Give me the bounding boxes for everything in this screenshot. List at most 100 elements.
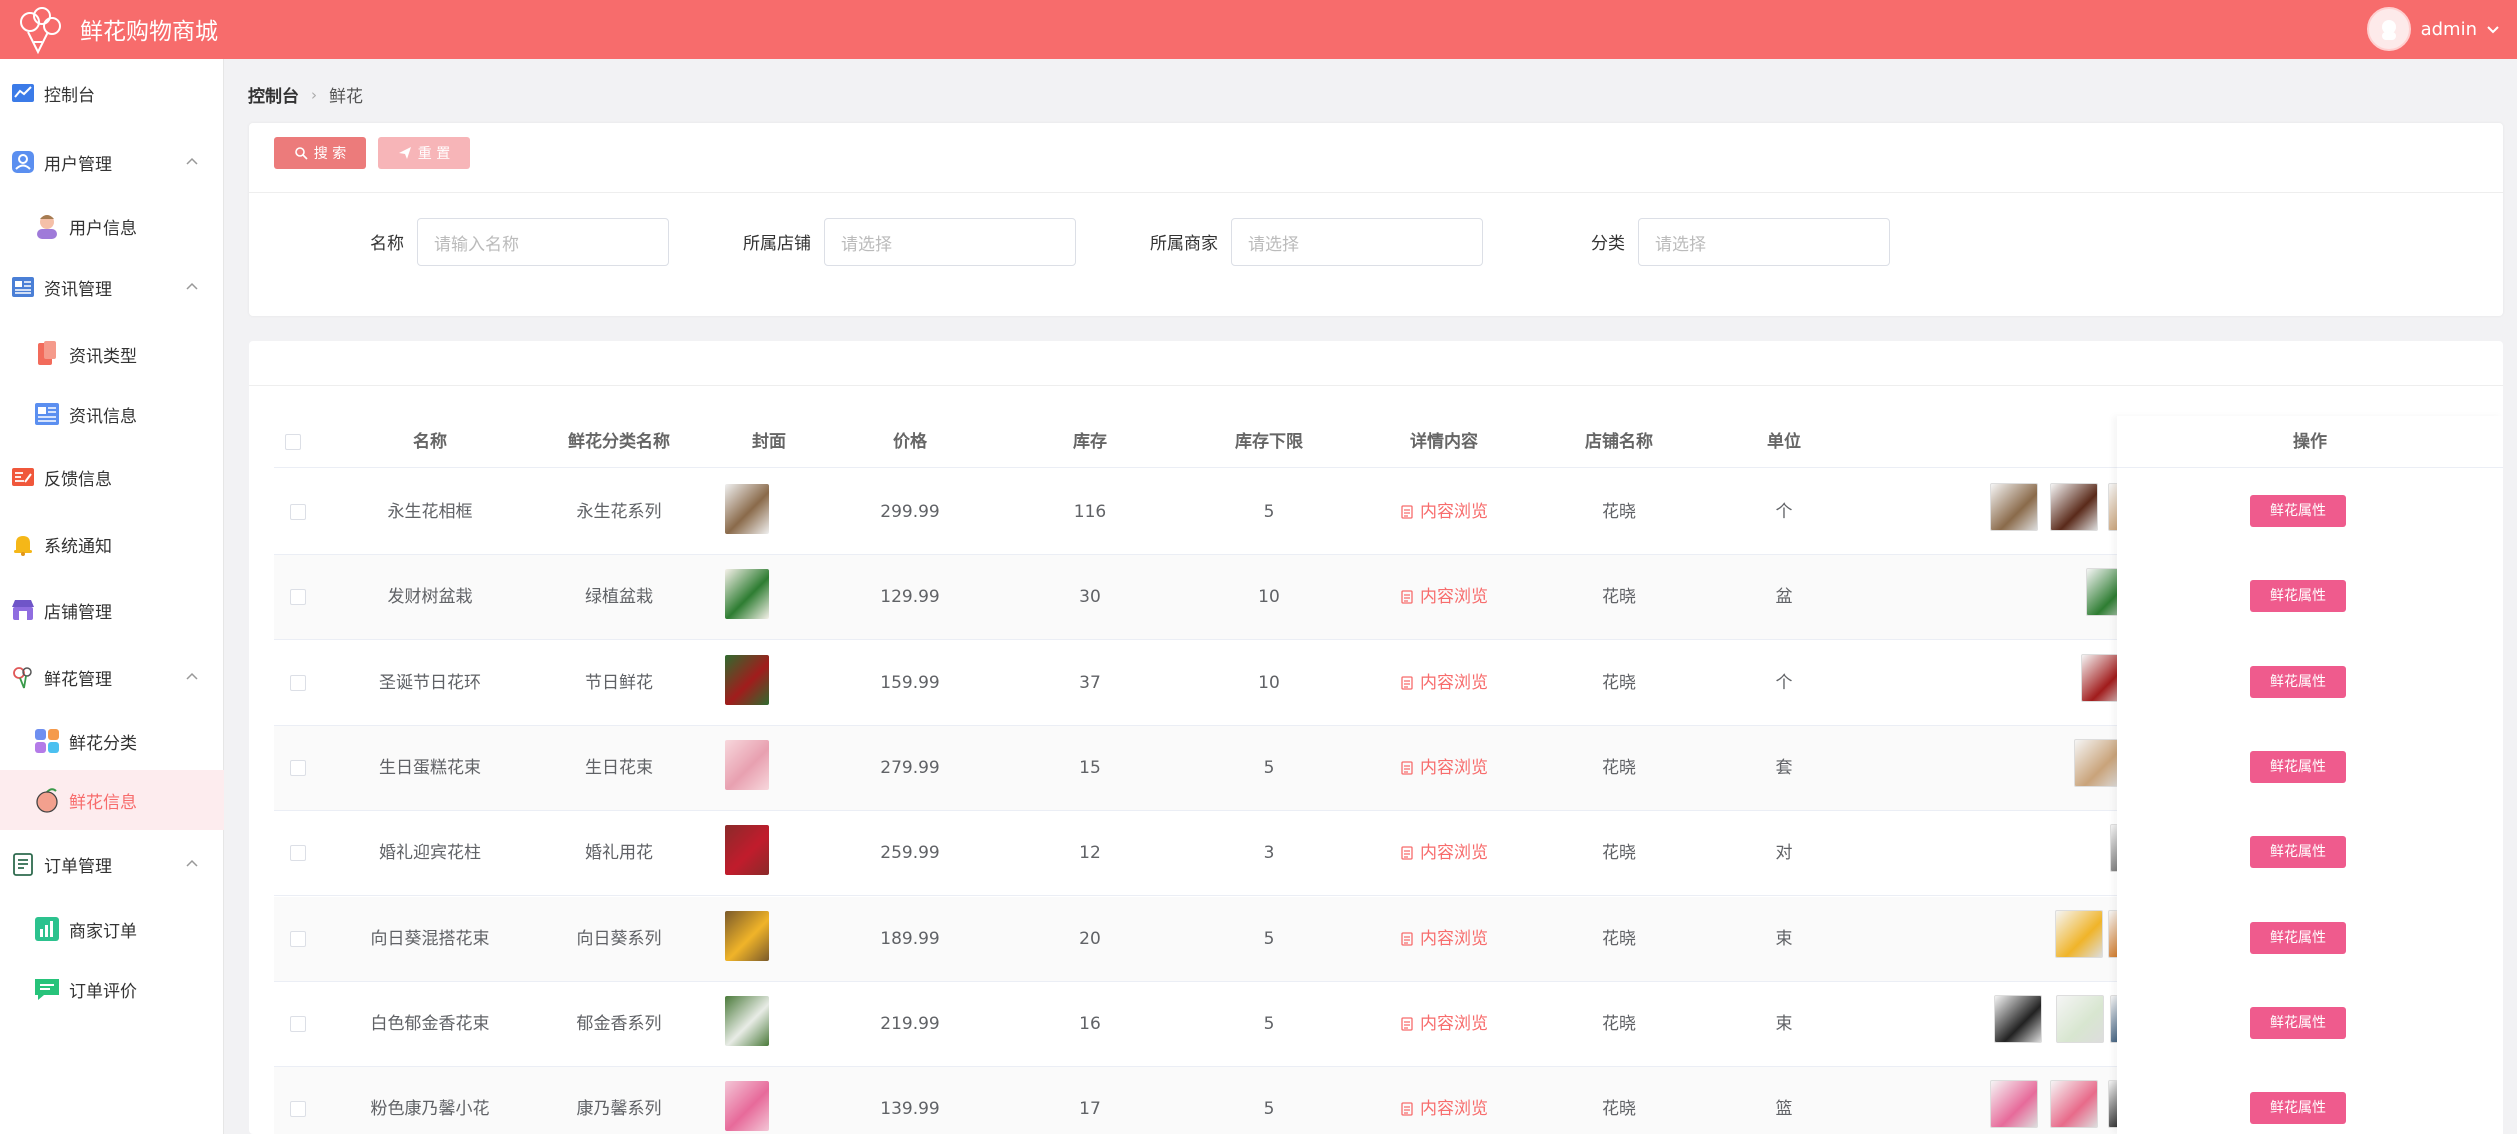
gallery-thumbnail[interactable]	[2056, 994, 2104, 1043]
cover-image[interactable]	[725, 569, 769, 620]
cover-image[interactable]	[725, 1081, 769, 1132]
gallery-thumbnail[interactable]	[2050, 483, 2098, 531]
detail-link[interactable]: 内容浏览	[1369, 897, 1519, 982]
sidebar-item-news-type[interactable]: 资讯类型	[0, 324, 224, 384]
cover-image[interactable]	[725, 995, 769, 1046]
gallery-thumbnail[interactable]	[1990, 1080, 2038, 1129]
search-button-label: 搜 索	[313, 146, 347, 162]
cell-name: 生日蛋糕花束	[379, 757, 481, 778]
sidebar-item-notice[interactable]: 系统通知	[0, 514, 224, 574]
document-icon	[1401, 761, 1413, 775]
merchant-select[interactable]: 请选择	[1231, 218, 1483, 266]
category-select[interactable]: 请选择	[1638, 218, 1890, 266]
flower-attributes-button[interactable]: 鲜花属性	[2250, 665, 2346, 698]
sidebar-item-flower-mgmt[interactable]: 鲜花管理	[0, 647, 224, 707]
sidebar-item-feedback[interactable]: 反馈信息	[0, 447, 224, 507]
gallery-thumbnail[interactable]	[2074, 738, 2122, 787]
detail-link[interactable]: 内容浏览	[1369, 1067, 1519, 1134]
select-all-checkbox[interactable]	[285, 434, 301, 450]
chevron-down-icon[interactable]	[2485, 21, 2501, 37]
cell-name: 发财树盆栽	[387, 587, 473, 608]
sidebar-item-flower-category[interactable]: 鲜花分类	[0, 711, 224, 771]
flower-attributes-button[interactable]: 鲜花属性	[2250, 750, 2346, 783]
sidebar-item-shop-mgmt[interactable]: 店铺管理	[0, 580, 224, 640]
sidebar-item-order-review[interactable]: 订单评价	[0, 959, 224, 1019]
gallery-thumbnail[interactable]	[2050, 1080, 2098, 1129]
row-checkbox[interactable]	[290, 759, 306, 776]
cover-image[interactable]	[725, 910, 769, 961]
feedback-icon	[12, 468, 34, 486]
row-checkbox[interactable]	[290, 1015, 306, 1032]
detail-link-label: 内容浏览	[1420, 928, 1488, 949]
cell-price: 139.99	[880, 1099, 940, 1120]
cell-stock: 16	[1079, 1013, 1101, 1034]
comment-icon	[35, 979, 59, 1000]
detail-link[interactable]: 内容浏览	[1369, 811, 1519, 896]
sidebar-item-user-mgmt[interactable]: 用户管理	[0, 132, 224, 192]
detail-link[interactable]: 内容浏览	[1369, 555, 1519, 640]
cell-stock: 20	[1079, 928, 1101, 949]
row-checkbox[interactable]	[290, 674, 306, 691]
shop-icon	[12, 600, 34, 620]
chevron-up-icon	[186, 859, 198, 867]
sidebar-item-merchant-order[interactable]: 商家订单	[0, 899, 224, 959]
shop-select[interactable]: 请选择	[824, 218, 1076, 266]
avatar[interactable]	[2366, 7, 2411, 51]
sidebar-item-label: 控制台	[44, 85, 95, 106]
flower-attributes-button[interactable]: 鲜花属性	[2250, 921, 2346, 954]
divider	[249, 192, 2503, 193]
cover-image[interactable]	[725, 484, 769, 534]
cover-image[interactable]	[725, 825, 769, 876]
sidebar-item-flower-info[interactable]: 鲜花信息	[0, 770, 224, 830]
col-unit: 单位	[1767, 432, 1801, 452]
detail-link[interactable]: 内容浏览	[1369, 641, 1519, 726]
search-button[interactable]: 搜 索	[274, 137, 366, 169]
sidebar-item-user-info[interactable]: 用户信息	[0, 196, 224, 256]
gallery-thumbnail[interactable]	[2055, 909, 2103, 958]
cell-price: 129.99	[880, 587, 940, 608]
cover-image[interactable]	[725, 739, 769, 790]
sidebar-item-news-mgmt[interactable]: 资讯管理	[0, 257, 224, 317]
document-icon	[1401, 675, 1413, 690]
name-input[interactable]: 请输入名称	[417, 218, 669, 266]
user-menu[interactable]: admin	[2366, 6, 2501, 52]
detail-link-label: 内容浏览	[1420, 1099, 1488, 1120]
cell-category: 绿植盆栽	[585, 587, 653, 608]
detail-link[interactable]: 内容浏览	[1369, 982, 1519, 1067]
bell-icon	[14, 536, 32, 556]
row-checkbox[interactable]	[290, 589, 306, 606]
sidebar-item-label: 鲜花管理	[44, 669, 112, 690]
flower-attributes-button[interactable]: 鲜花属性	[2250, 495, 2346, 527]
user-name: admin	[2420, 18, 2477, 40]
sidebar-item-label: 资讯管理	[44, 279, 112, 300]
detail-link[interactable]: 内容浏览	[1369, 470, 1519, 555]
flower-attributes-button[interactable]: 鲜花属性	[2250, 1092, 2346, 1125]
sidebar-item-label: 资讯信息	[69, 406, 137, 427]
cell-unit: 套	[1775, 757, 1793, 778]
reset-button-label: 重 置	[417, 146, 451, 162]
cover-image[interactable]	[725, 654, 769, 705]
cell-price: 189.99	[880, 928, 940, 949]
row-checkbox[interactable]	[290, 1101, 306, 1118]
shop-label: 所属店铺	[743, 234, 811, 254]
reset-button[interactable]: 重 置	[378, 137, 470, 169]
flower-attributes-button[interactable]: 鲜花属性	[2250, 1006, 2346, 1039]
row-checkbox[interactable]	[290, 930, 306, 947]
sidebar-item-dashboard[interactable]: 控制台	[0, 63, 224, 123]
sidebar: 控制台 用户管理 用户信息 资讯管理 资讯类型 资讯信息 反馈信息 系统通知 店…	[0, 59, 224, 1134]
row-checkbox[interactable]	[290, 845, 306, 862]
gallery-thumbnail[interactable]	[1990, 483, 2038, 531]
breadcrumb-home[interactable]: 控制台	[248, 82, 299, 107]
gallery-thumbnail[interactable]	[1994, 994, 2042, 1043]
sidebar-item-news-info[interactable]: 资讯信息	[0, 384, 224, 444]
row-checkbox[interactable]	[290, 504, 306, 520]
cell-price: 259.99	[880, 843, 940, 864]
cell-stock: 17	[1079, 1099, 1101, 1120]
col-stock: 库存	[1073, 432, 1107, 452]
sidebar-item-order-mgmt[interactable]: 订单管理	[0, 834, 224, 894]
sidebar-item-label: 鲜花分类	[69, 733, 137, 754]
flower-attributes-button[interactable]: 鲜花属性	[2250, 836, 2346, 869]
detail-link[interactable]: 内容浏览	[1369, 726, 1519, 811]
news-icon	[12, 277, 34, 297]
flower-attributes-button[interactable]: 鲜花属性	[2250, 580, 2346, 613]
